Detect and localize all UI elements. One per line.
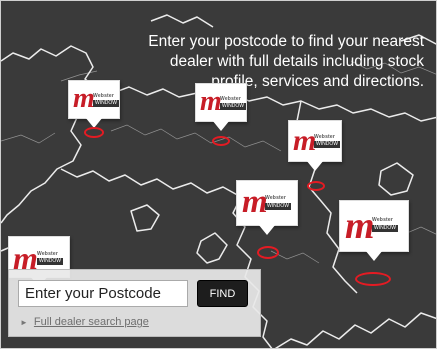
dealer-logo-window: WINDOW [93,100,119,107]
dealer-location-ring [212,136,230,146]
dealer-logo-window: WINDOW [265,203,291,210]
dealer-logo-brand: Webster [265,195,287,201]
dealer-location-ring [257,246,279,259]
dealer-logo-card: m Webster WINDOW [288,120,342,171]
dealer-pin[interactable]: m Webster WINDOW [236,180,298,260]
postcode-search-panel: FIND ► Full dealer search page [8,269,261,337]
dealer-locator-map: Enter your postcode to find your nearest… [0,0,437,349]
instruction-text: Enter your postcode to find your nearest… [148,32,424,90]
postcode-input[interactable] [18,280,188,307]
dealer-logo-brand: Webster [314,134,336,140]
find-button[interactable]: FIND [197,280,248,307]
dealer-logo-card: m Webster WINDOW [339,200,409,261]
dealer-logo-card: m Webster WINDOW [236,180,298,235]
full-dealer-search-link-label: Full dealer search page [33,316,149,328]
dealer-logo-card: m Webster WINDOW [68,80,120,128]
dealer-logo-brand: Webster [220,96,242,102]
dealer-logo-mark: m [242,184,268,220]
dealer-location-ring [307,181,325,191]
dealer-logo-card: m Webster WINDOW [195,83,247,131]
dealer-logo-window: WINDOW [314,141,340,148]
dealer-pin[interactable]: m Webster WINDOW [339,200,409,288]
dealer-logo-brand: Webster [372,217,394,223]
dealer-logo-brand: Webster [37,251,59,257]
dealer-logo-mark: m [73,83,95,114]
right-triangle-icon: ► [20,318,28,327]
dealer-location-ring [84,127,104,138]
dealer-location-ring [355,272,391,286]
dealer-logo-mark: m [345,205,375,247]
dealer-pin[interactable]: m Webster WINDOW [195,83,247,146]
dealer-logo-mark: m [200,86,222,117]
dealer-logo-window: WINDOW [37,258,63,265]
full-dealer-search-link[interactable]: ► Full dealer search page [20,316,149,328]
dealer-logo-window: WINDOW [372,225,398,232]
dealer-logo-brand: Webster [93,93,115,99]
dealer-pin[interactable]: m Webster WINDOW [68,80,120,140]
dealer-logo-window: WINDOW [220,103,246,110]
dealer-logo-mark: m [293,124,317,157]
